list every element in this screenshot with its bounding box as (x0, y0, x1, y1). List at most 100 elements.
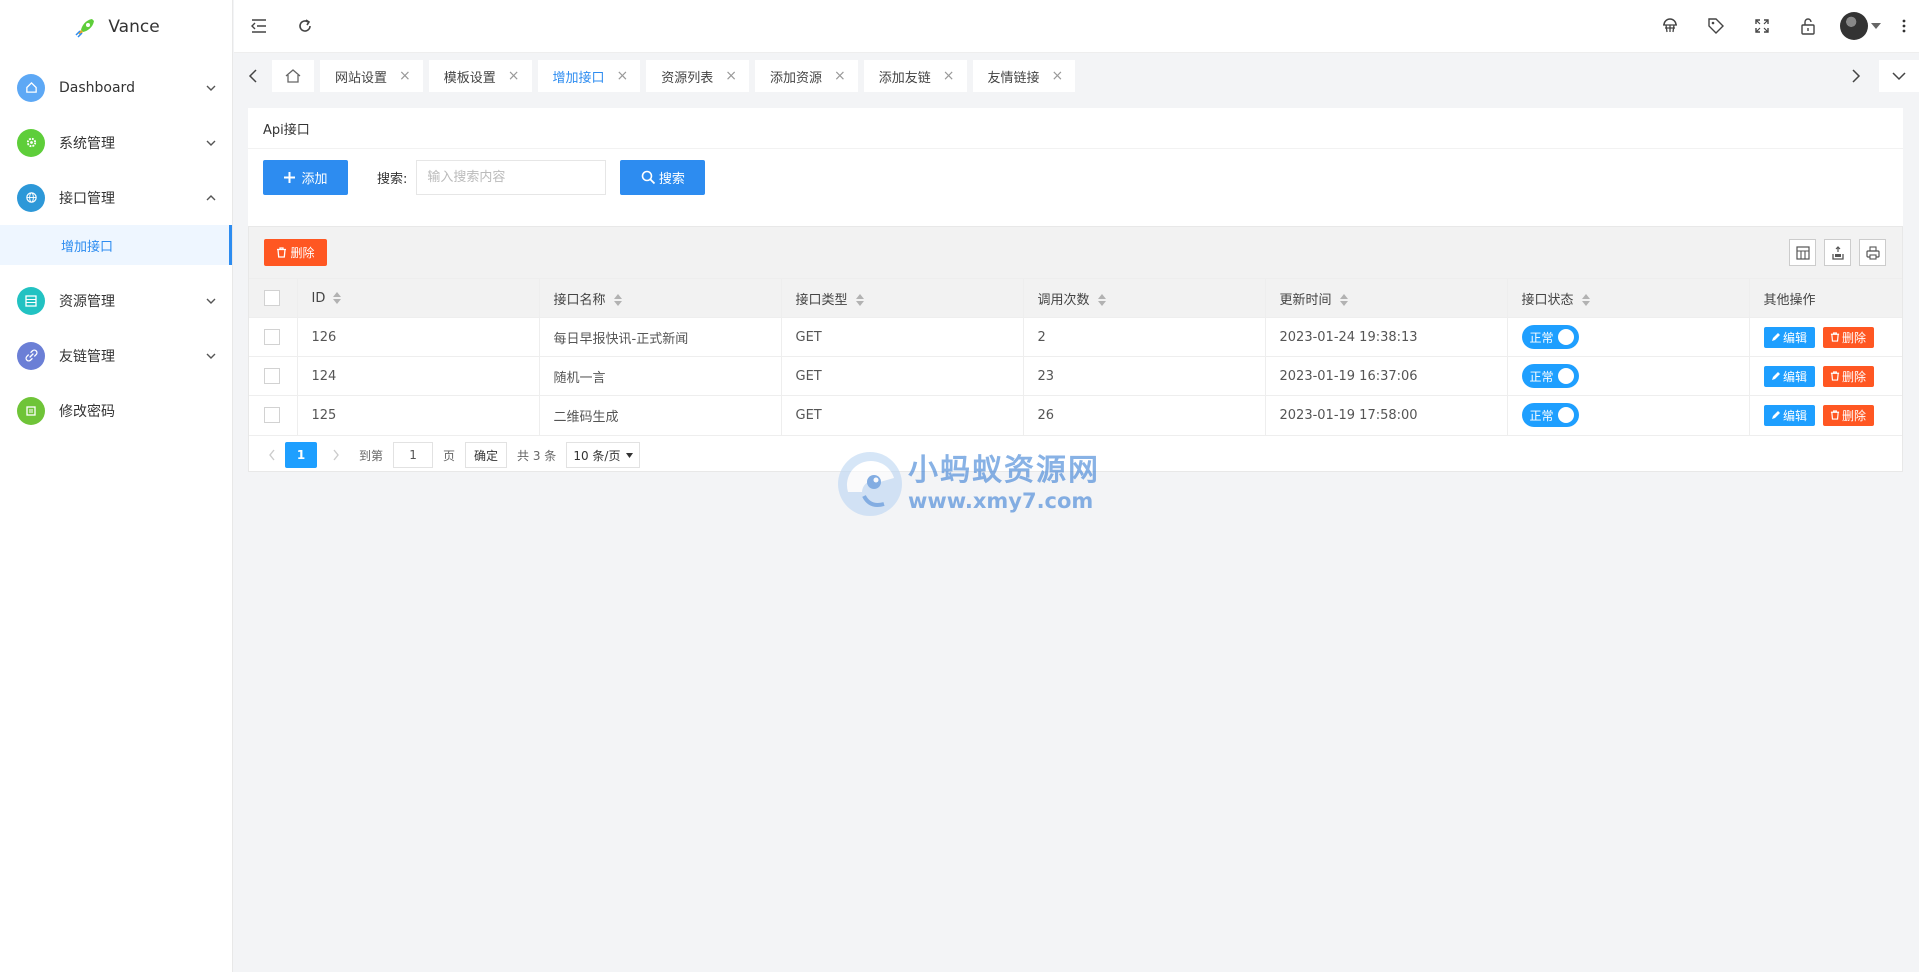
menu-collapse-icon[interactable] (236, 0, 282, 53)
sort-icon[interactable] (1097, 294, 1106, 306)
close-icon[interactable]: × (943, 68, 955, 84)
tab-home[interactable] (272, 60, 314, 92)
status-toggle[interactable]: 正常 (1521, 403, 1579, 428)
sidebar-item-resources[interactable]: 资源管理 (0, 273, 232, 328)
sidebar-item-api[interactable]: 接口管理 (0, 170, 232, 225)
add-button[interactable]: 添加 (263, 160, 348, 195)
goto-label: 到第 (359, 448, 384, 463)
edit-button[interactable]: 编辑 (1763, 365, 1815, 387)
logo[interactable]: Vance (0, 0, 232, 53)
close-icon[interactable]: × (617, 68, 629, 84)
tag-icon[interactable] (1693, 0, 1739, 53)
edit-button[interactable]: 编辑 (1763, 404, 1815, 426)
chevron-down-icon (206, 85, 216, 91)
sort-icon[interactable] (855, 294, 864, 306)
tabs-scroll-left-icon[interactable] (234, 53, 272, 99)
search-label: 搜索: (377, 172, 408, 187)
link-icon (17, 341, 45, 370)
delete-button[interactable]: 删除 (1822, 326, 1874, 348)
current-page[interactable]: 1 (285, 442, 317, 468)
sort-icon[interactable] (1339, 294, 1348, 306)
edit-button[interactable]: 编辑 (1763, 326, 1815, 348)
lock-icon[interactable] (1785, 0, 1831, 53)
sidebar-item-dashboard[interactable]: Dashboard (0, 60, 232, 115)
sidebar-subitem-add-api[interactable]: 增加接口 (0, 225, 232, 265)
export-icon[interactable] (1824, 239, 1851, 266)
sidebar-item-label: 接口管理 (59, 190, 115, 207)
page-size-select[interactable]: 10 条/页 (566, 442, 641, 468)
trash-icon (1830, 332, 1840, 342)
fullscreen-icon[interactable] (1739, 0, 1785, 53)
next-page-icon[interactable] (323, 442, 349, 468)
delete-button[interactable]: 删除 (1822, 404, 1874, 426)
close-icon[interactable]: × (834, 68, 846, 84)
cell-calls: 2 (1023, 317, 1266, 357)
top-header (234, 0, 1919, 53)
more-icon[interactable] (1889, 0, 1919, 53)
cell-type: GET (781, 317, 1024, 357)
toggle-knob (1557, 407, 1574, 424)
sort-icon[interactable] (333, 292, 342, 304)
user-menu[interactable] (1831, 0, 1889, 53)
delete-button[interactable]: 删除 (1822, 365, 1874, 387)
batch-delete-button[interactable]: 删除 (264, 239, 327, 266)
chevron-down-icon (206, 140, 216, 146)
watermark-url: www.xmy7.com (908, 489, 1094, 513)
clear-cache-icon[interactable] (1647, 0, 1693, 53)
column-header-id[interactable]: ID (297, 278, 540, 318)
card-title: Api接口 (248, 108, 1903, 149)
sort-icon[interactable] (1581, 294, 1590, 306)
globe-icon (17, 183, 45, 212)
search-input[interactable] (416, 160, 607, 195)
row-checkbox[interactable] (264, 329, 280, 345)
select-all-checkbox[interactable] (264, 290, 280, 306)
tab-template-settings[interactable]: 模板设置 × (428, 60, 532, 92)
sidebar-item-system[interactable]: 系统管理 (0, 115, 232, 170)
page-unit: 页 (443, 448, 456, 463)
close-icon[interactable]: × (1052, 68, 1064, 84)
grid-icon (17, 286, 45, 315)
row-checkbox[interactable] (264, 407, 280, 424)
key-icon (17, 396, 45, 425)
search-button-label: 搜索 (658, 172, 685, 187)
row-checkbox[interactable] (264, 368, 280, 384)
status-label: 正常 (1529, 369, 1554, 384)
sidebar-item-password[interactable]: 修改密码 (0, 383, 232, 438)
tabs-scroll-right-icon[interactable] (1837, 53, 1875, 99)
status-label: 正常 (1529, 408, 1554, 423)
page-size-value: 10 条/页 (573, 448, 621, 463)
tab-add-resource[interactable]: 添加资源 × (755, 60, 858, 92)
tab-add-api[interactable]: 增加接口 × (537, 60, 641, 92)
tab-add-link[interactable]: 添加友链 × (863, 60, 967, 92)
close-icon[interactable]: × (725, 68, 737, 84)
column-header-calls[interactable]: 调用次数 (1023, 278, 1266, 318)
print-icon[interactable] (1859, 239, 1886, 266)
status-toggle[interactable]: 正常 (1521, 364, 1579, 388)
tab-site-settings[interactable]: 网站设置 × (320, 60, 423, 92)
column-header-updated[interactable]: 更新时间 (1265, 278, 1508, 318)
sidebar-item-links[interactable]: 友链管理 (0, 328, 232, 383)
pencil-icon (1771, 372, 1780, 380)
close-icon[interactable]: × (399, 68, 411, 84)
search-button[interactable]: 搜索 (620, 160, 706, 195)
column-header-type[interactable]: 接口类型 (781, 278, 1024, 318)
trash-icon (1830, 371, 1840, 381)
columns-filter-icon[interactable] (1789, 239, 1816, 266)
prev-page-icon[interactable] (259, 442, 285, 468)
goto-confirm-button[interactable]: 确定 (465, 442, 508, 468)
home-icon (17, 73, 45, 102)
tab-resource-list[interactable]: 资源列表 × (646, 60, 749, 92)
table-header-row: ID 接口名称 接口类型 调用次数 更新时间 接口状态 其他操作 (249, 278, 1902, 318)
refresh-icon[interactable] (282, 0, 328, 53)
column-header-name[interactable]: 接口名称 (539, 278, 782, 318)
goto-page-input[interactable] (393, 442, 434, 468)
status-toggle[interactable]: 正常 (1521, 325, 1579, 349)
close-icon[interactable]: × (508, 68, 520, 84)
column-header-status[interactable]: 接口状态 (1507, 278, 1750, 318)
sort-icon[interactable] (613, 294, 622, 306)
tabs-menu-chevron-down-icon[interactable] (1879, 60, 1919, 92)
tab-friend-links[interactable]: 友情链接 × (972, 60, 1076, 92)
ant-logo-icon (838, 452, 902, 516)
tabs-bar: 网站设置 × 模板设置 × 增加接口 × 资源列表 × 添加资源 × 添加友链 × 友情链接… (234, 53, 1919, 99)
app-name: Vance (108, 16, 160, 37)
